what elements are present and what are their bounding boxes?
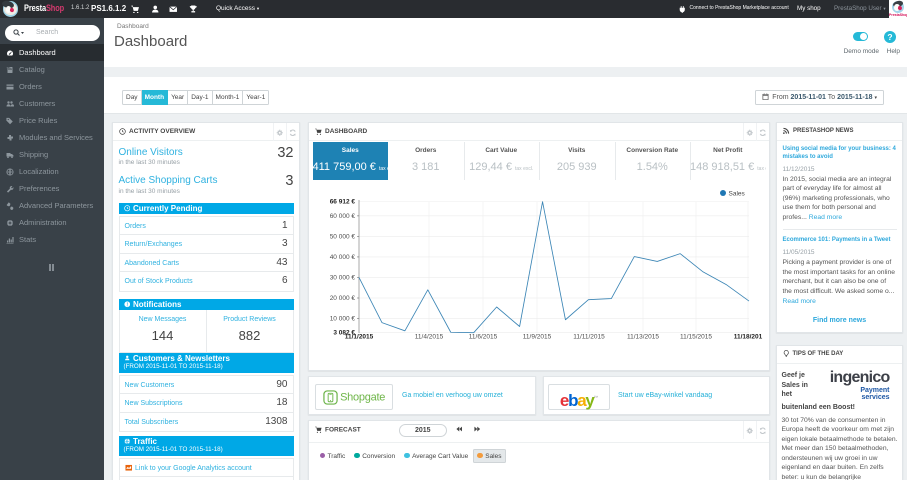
svg-text:50 000 €: 50 000 €	[330, 233, 356, 240]
svg-text:40 000 €: 40 000 €	[330, 254, 356, 261]
svg-text:11/13/2015: 11/13/2015	[627, 334, 659, 341]
svg-text:Sales: Sales	[729, 191, 746, 198]
svg-text:10 000 €: 10 000 €	[330, 316, 356, 323]
svg-text:30 000 €: 30 000 €	[330, 274, 356, 281]
svg-text:60 000 €: 60 000 €	[330, 213, 356, 220]
svg-text:11/15/2015: 11/15/2015	[680, 334, 712, 341]
svg-text:11/1/2015: 11/1/2015	[345, 334, 374, 341]
svg-text:20 000 €: 20 000 €	[330, 295, 356, 302]
svg-text:11/18/201: 11/18/201	[734, 334, 763, 341]
svg-text:11/6/2015: 11/6/2015	[469, 334, 498, 341]
svg-text:66 912 €: 66 912 €	[330, 199, 356, 206]
svg-text:11/11/2015: 11/11/2015	[573, 334, 605, 341]
svg-text:11/9/2015: 11/9/2015	[523, 334, 552, 341]
svg-text:11/4/2015: 11/4/2015	[415, 334, 444, 341]
